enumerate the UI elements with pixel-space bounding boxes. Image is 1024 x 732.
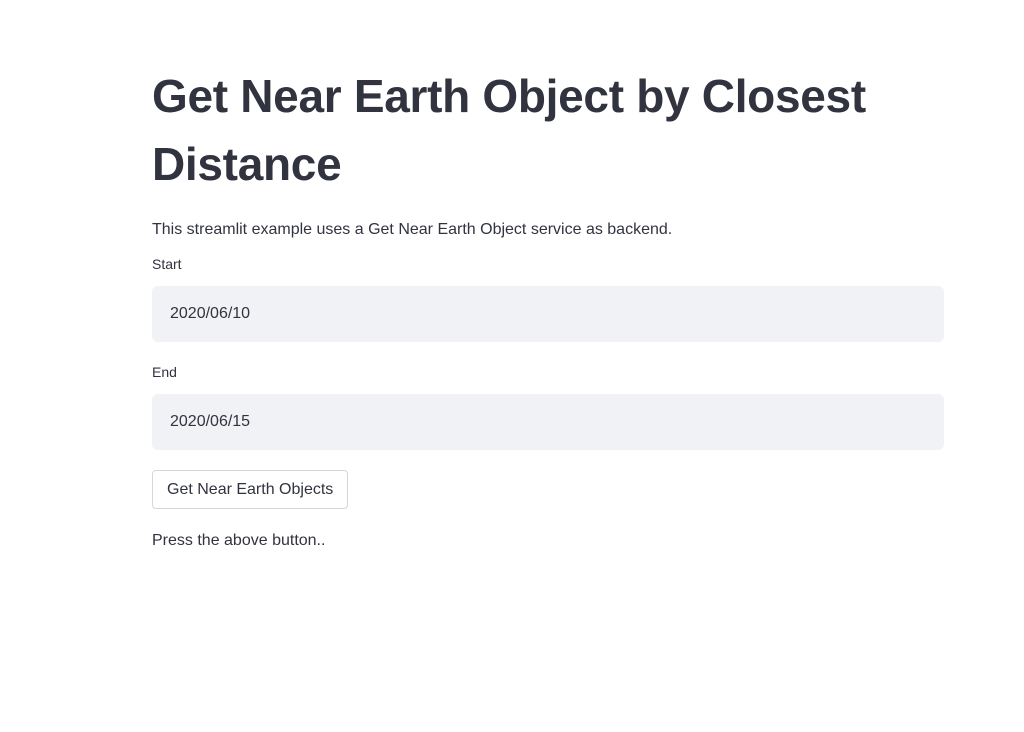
end-date-field: End	[152, 362, 944, 450]
end-date-input[interactable]	[152, 394, 944, 450]
app-container: Get Near Earth Object by Closest Distanc…	[0, 0, 1024, 732]
page-description: This streamlit example uses a Get Near E…	[152, 221, 673, 238]
page-title: Get Near Earth Object by Closest Distanc…	[152, 70, 866, 190]
get-near-earth-objects-button[interactable]: Get Near Earth Objects	[152, 470, 349, 509]
start-date-label: Start	[152, 256, 182, 272]
start-date-input[interactable]	[152, 286, 944, 342]
end-date-label: End	[152, 364, 177, 380]
start-date-field: Start	[152, 254, 944, 342]
main-content: Get Near Earth Object by Closest Distanc…	[152, 62, 944, 553]
status-message: Press the above button..	[152, 532, 326, 549]
